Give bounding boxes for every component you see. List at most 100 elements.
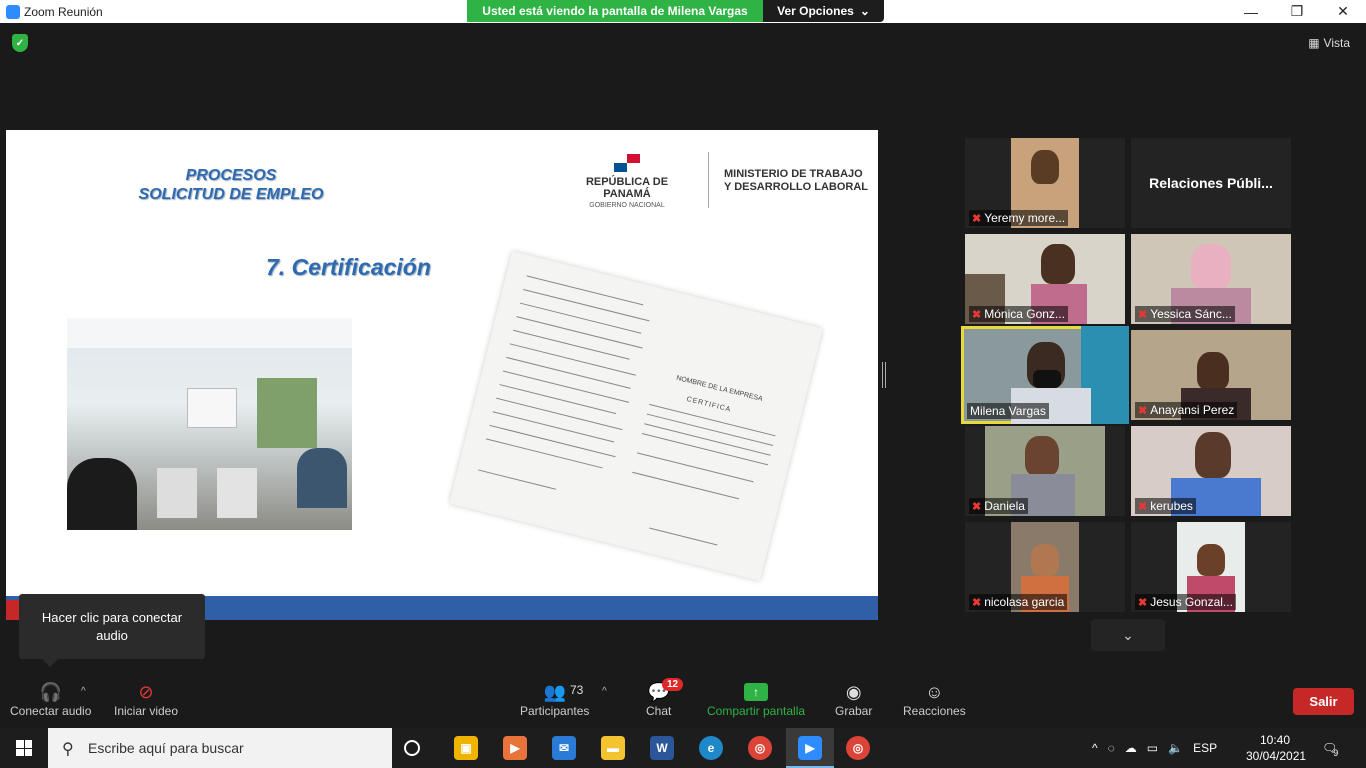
- participant-name: ✖ Yessica Sánc...: [1135, 306, 1235, 322]
- leave-meeting-button[interactable]: Salir: [1293, 688, 1354, 715]
- mic-muted-icon: ✖: [1138, 404, 1148, 417]
- slide-title-line1: PROCESOS: [185, 167, 277, 184]
- chrome-icon[interactable]: ◎: [748, 736, 772, 760]
- participants-count: 73: [570, 683, 584, 697]
- shared-screen-slide: PROCESOS SOLICITUD DE EMPLEO REPÚBLICA D…: [6, 130, 878, 620]
- panel-resize-handle[interactable]: [882, 362, 886, 388]
- language-indicator[interactable]: ESP: [1193, 741, 1217, 755]
- participant-tile-active-speaker[interactable]: Milena Vargas: [961, 326, 1129, 424]
- reactions-label: Reacciones: [903, 704, 966, 718]
- file-explorer-icon[interactable]: ▬: [601, 736, 625, 760]
- reactions-button[interactable]: ☺ Reacciones: [903, 680, 966, 719]
- connect-audio-label: Conectar audio: [10, 704, 92, 718]
- screen-share-banner: Usted está viendo la pantalla de Milena …: [467, 0, 763, 22]
- chat-label: Chat: [646, 704, 672, 718]
- window-title: Zoom Reunión: [24, 4, 103, 19]
- record-button[interactable]: ◉ Grabar: [835, 680, 873, 719]
- view-layout-button[interactable]: ▦ Vista: [1308, 36, 1350, 50]
- edge-browser-icon[interactable]: e: [699, 736, 723, 760]
- section-title: 7. Certificación: [266, 254, 431, 280]
- ministry-line2: Y DESARROLLO LABORAL: [724, 181, 869, 193]
- recording-indicator: [6, 600, 20, 620]
- connect-audio-tooltip: Hacer clic para conectar audio: [19, 594, 205, 659]
- participants-options-caret[interactable]: ^: [602, 686, 607, 697]
- participant-name: ✖ kerubes: [1135, 498, 1196, 514]
- video-off-icon: ⊘: [138, 681, 154, 702]
- smiley-plus-icon: ☺: [925, 681, 944, 702]
- close-button[interactable]: ✕: [1320, 0, 1366, 23]
- chrome-icon[interactable]: ◎: [846, 736, 870, 760]
- logo-gov: GOBIERNO NACIONAL: [589, 202, 665, 209]
- notification-count: 9: [1333, 748, 1339, 758]
- panama-flag-icon: [614, 154, 640, 172]
- taskbar-search-box[interactable]: ⚲ Escribe aquí para buscar: [48, 728, 392, 768]
- store-icon[interactable]: ▣: [454, 736, 478, 760]
- start-video-button[interactable]: ⊘ Iniciar video: [114, 680, 179, 719]
- participant-tile[interactable]: ✖ nicolasa garcia: [965, 522, 1125, 612]
- chevron-down-icon: ⌄: [1122, 626, 1134, 643]
- mail-icon[interactable]: ✉: [552, 736, 576, 760]
- zoom-app-icon[interactable]: ▶: [798, 736, 822, 760]
- participant-tile[interactable]: ✖ Daniela: [965, 426, 1125, 516]
- security-shield-icon[interactable]: ✓: [12, 34, 28, 52]
- gallery-scroll-down-button[interactable]: ⌄: [1091, 619, 1165, 651]
- record-label: Grabar: [835, 704, 873, 718]
- taskbar-clock[interactable]: 10:40 30/04/2021: [1246, 732, 1307, 764]
- volume-muted-icon[interactable]: 🔈: [1168, 741, 1183, 755]
- connect-audio-button[interactable]: 🎧 Conectar audio: [10, 680, 92, 719]
- media-player-icon[interactable]: ▶: [503, 736, 527, 760]
- mic-muted-icon: ✖: [1138, 500, 1148, 513]
- participant-tile[interactable]: ✖ Jesus Gonzal...: [1131, 522, 1291, 612]
- participant-name: ✖ Mónica Gonz...: [969, 306, 1068, 322]
- certificate-document-image: NOMBRE DE LA EMPRESA CERTIFICA: [449, 251, 823, 581]
- share-screen-icon: ↑: [744, 683, 769, 701]
- slide-title: PROCESOS SOLICITUD DE EMPLEO: [6, 166, 456, 204]
- ministry-logo: MINISTERIO DE TRABAJO Y DESARROLLO LABOR…: [724, 168, 868, 194]
- headphones-icon: 🎧: [39, 681, 62, 702]
- mic-muted-icon: ✖: [972, 308, 982, 321]
- participant-name: Relaciones Públi...: [1149, 175, 1273, 191]
- view-options-button[interactable]: Ver Opciones ⌄: [763, 0, 884, 22]
- clock-date: 30/04/2021: [1246, 749, 1307, 763]
- meeting-toolbar: [0, 670, 1366, 728]
- start-button[interactable]: [0, 728, 48, 768]
- participant-tile[interactable]: ✖ Mónica Gonz...: [965, 234, 1125, 324]
- mic-muted-icon: ✖: [1138, 596, 1148, 609]
- participants-label: Participantes: [520, 704, 590, 718]
- notifications-button[interactable]: 🗨 9: [1322, 728, 1338, 768]
- windows-logo-icon: [16, 740, 32, 756]
- grid-icon: ▦: [1308, 36, 1320, 50]
- ministry-line1: MINISTERIO DE TRABAJO: [724, 168, 863, 180]
- slide-title-line2: SOLICITUD DE EMPLEO: [138, 186, 324, 203]
- network-icon[interactable]: ▭: [1147, 741, 1158, 755]
- start-video-label: Iniciar video: [114, 704, 179, 718]
- mic-muted-icon: ✖: [1138, 308, 1148, 321]
- cloud-icon[interactable]: ☁: [1125, 741, 1137, 755]
- view-layout-label: Vista: [1323, 36, 1350, 50]
- participant-tile[interactable]: ✖ Yeremy more...: [965, 138, 1125, 228]
- participant-name: ✖ Daniela: [969, 498, 1028, 514]
- participant-tile[interactable]: ✖ Yessica Sánc...: [1131, 234, 1291, 324]
- view-options-label: Ver Opciones: [777, 4, 854, 18]
- maximize-button[interactable]: ❐: [1274, 0, 1320, 23]
- mic-muted-icon: ✖: [972, 500, 982, 513]
- participant-tile[interactable]: Relaciones Públi...: [1131, 138, 1291, 228]
- zoom-app-icon: [6, 4, 20, 19]
- word-icon[interactable]: W: [650, 736, 674, 760]
- audio-options-caret[interactable]: ^: [81, 686, 86, 697]
- participant-tile[interactable]: ✖ Anayansi Perez: [1131, 330, 1291, 420]
- clock-time: 10:40: [1259, 733, 1291, 747]
- share-screen-button[interactable]: ↑ Compartir pantalla: [707, 680, 805, 718]
- minimize-button[interactable]: —: [1228, 0, 1274, 23]
- classroom-photo: [67, 318, 352, 530]
- logo-country: REPÚBLICA DE PANAMÁ: [585, 176, 669, 200]
- logo-divider: [708, 152, 709, 208]
- record-icon: ◉: [845, 681, 862, 702]
- task-view-icon[interactable]: [404, 740, 420, 756]
- search-icon: ⚲: [62, 741, 74, 758]
- participant-name: ✖ nicolasa garcia: [969, 594, 1068, 610]
- chevron-up-icon[interactable]: ^: [1092, 741, 1098, 755]
- participant-tile[interactable]: ✖ kerubes: [1131, 426, 1291, 516]
- chevron-down-icon: ⌄: [859, 4, 870, 18]
- meeting-tray-icon[interactable]: ◌: [1108, 741, 1115, 755]
